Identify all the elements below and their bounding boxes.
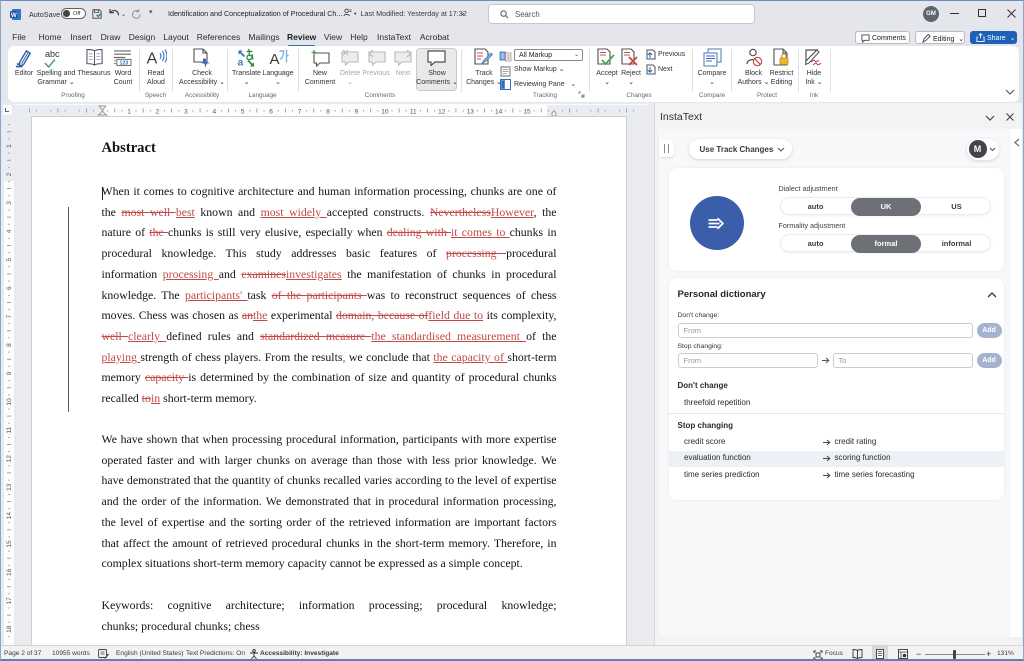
svg-text:18: 18: [6, 625, 13, 633]
svg-text:3: 3: [6, 201, 13, 205]
svg-text:8: 8: [326, 109, 330, 116]
svg-text:16: 16: [6, 568, 13, 576]
svg-text:6: 6: [269, 109, 273, 116]
svg-text:5: 5: [241, 109, 245, 116]
svg-text:1: 1: [6, 144, 13, 148]
svg-text:12: 12: [6, 455, 13, 463]
svg-text:12: 12: [438, 109, 446, 116]
svg-text:14: 14: [6, 512, 13, 520]
svg-text:15: 15: [523, 109, 531, 116]
svg-text:15: 15: [6, 540, 13, 548]
svg-text:13: 13: [6, 483, 13, 491]
svg-text:9: 9: [355, 109, 359, 116]
svg-text:9: 9: [6, 371, 13, 375]
svg-text:2: 2: [6, 172, 13, 176]
svg-text:7: 7: [298, 109, 302, 116]
svg-text:10: 10: [381, 109, 389, 116]
svg-text:8: 8: [6, 343, 13, 347]
svg-text:11: 11: [410, 109, 417, 116]
svg-text:7: 7: [6, 314, 13, 318]
svg-text:10: 10: [6, 398, 13, 406]
svg-text:A: A: [147, 51, 158, 68]
svg-text:17: 17: [6, 597, 13, 605]
svg-text:4: 4: [212, 109, 216, 116]
svg-text:6: 6: [6, 286, 13, 290]
svg-text:5: 5: [6, 258, 13, 262]
svg-text:2: 2: [156, 109, 160, 116]
svg-text:4: 4: [6, 229, 13, 233]
svg-text:3: 3: [184, 109, 188, 116]
svg-text:A: A: [269, 51, 279, 68]
svg-text:W: W: [11, 12, 17, 19]
svg-text:123: 123: [120, 61, 129, 66]
svg-text:1: 1: [127, 109, 131, 116]
svg-text:13: 13: [467, 109, 475, 116]
svg-text:11: 11: [6, 427, 13, 434]
svg-text:a: a: [238, 57, 244, 69]
svg-text:14: 14: [495, 109, 503, 116]
